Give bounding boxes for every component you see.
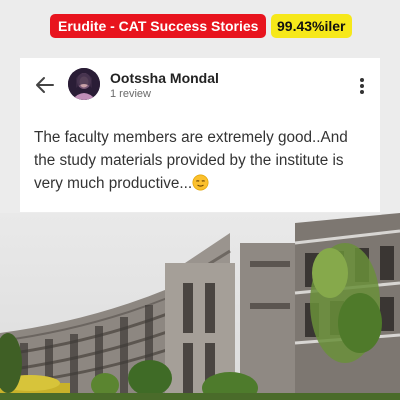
avatar-image <box>68 68 100 100</box>
reviewer-name[interactable]: Ootssha Mondal <box>110 70 219 86</box>
review-card: Ootssha Mondal 1 review The faculty memb… <box>20 58 380 212</box>
post-canvas: Erudite - CAT Success Stories 99.43%iler… <box>0 0 400 400</box>
review-text: The faculty members are extremely good..… <box>34 129 348 192</box>
avatar[interactable] <box>68 68 100 100</box>
review-count: 1 review <box>110 88 151 100</box>
campus-building-photo <box>0 213 400 400</box>
more-vertical-icon <box>354 76 370 94</box>
score-badge: 99.43%iler <box>271 14 352 38</box>
title-badge: Erudite - CAT Success Stories <box>50 14 267 38</box>
arrow-left-icon <box>36 77 54 93</box>
review-text-block: The faculty members are extremely good..… <box>34 126 370 198</box>
back-button[interactable] <box>32 72 58 98</box>
more-options-button[interactable] <box>354 76 370 96</box>
relieved-face-emoji-icon <box>192 174 209 198</box>
